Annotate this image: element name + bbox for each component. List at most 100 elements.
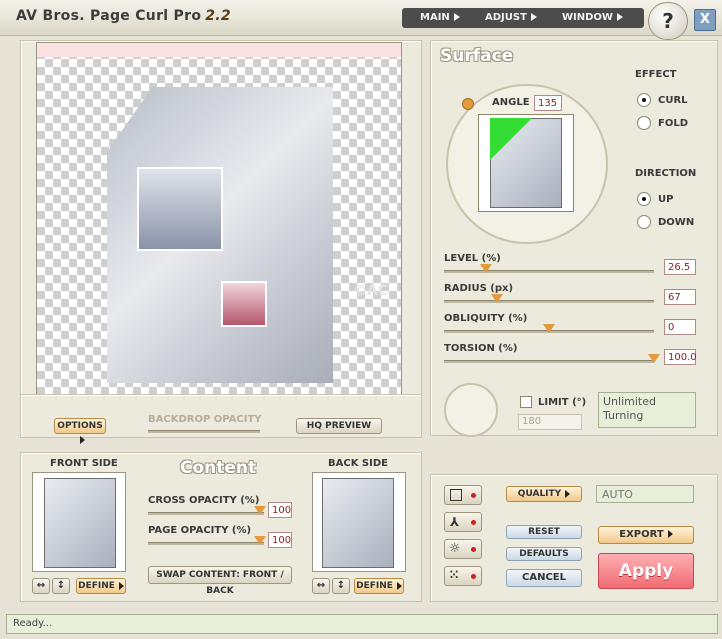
flip-horizontal-icon[interactable]: ↔ [312,578,330,594]
direction-down-radio[interactable] [637,215,651,229]
status-dot-icon [471,520,476,525]
effect-fold-label: FOLD [658,118,689,129]
back-define-label: DEFINE [356,581,393,591]
canvas-top-strip [37,43,401,57]
back-side-preview[interactable] [322,478,394,568]
tool-button-axis[interactable]: ⅄ [444,512,482,532]
status-dot-icon [471,493,476,498]
triangle-right-icon [79,435,85,444]
axis-icon: ⅄ [450,515,460,529]
torsion-slider[interactable] [444,360,654,363]
limit-label: LIMIT (°) [538,397,587,408]
export-label: EXPORT [619,529,664,540]
effect-curl-radio[interactable] [637,93,651,107]
options-button[interactable]: OPTIONS [54,418,106,444]
cross-opacity-slider[interactable] [148,512,264,515]
menu-main-label: MAIN [420,12,450,23]
cross-opacity-label: CROSS OPACITY (%) [148,495,260,506]
front-side-label: FRONT SIDE [50,458,118,469]
front-define-label: DEFINE [78,581,115,591]
radius-input[interactable]: 67 [664,289,696,305]
quality-button[interactable]: QUALITY [506,486,582,502]
lip-image-fragment [221,281,267,327]
help-button[interactable]: ? [648,2,688,40]
cancel-button[interactable]: CANCEL [506,569,582,587]
angle-handle[interactable] [462,98,474,110]
effect-label: EFFECT [635,69,677,80]
level-label: LEVEL (%) [444,253,501,264]
triangle-right-icon [396,581,402,590]
level-slider-thumb[interactable] [480,264,492,273]
flip-vertical-icon[interactable]: ↕ [332,578,350,594]
app-version: 2.2 [205,8,231,24]
grid-dots-icon: ⁙ [449,568,460,582]
limit-dial[interactable] [444,383,498,437]
watermark: ©AC [353,283,389,299]
tool-button-light[interactable]: ☼ [444,539,482,559]
back-define-button[interactable]: DEFINE [354,578,404,594]
menu-window-label: WINDOW [562,12,613,23]
radius-slider-thumb[interactable] [490,294,503,303]
status-bar: Ready... [6,614,718,634]
obliquity-label: OBLIQUITY (%) [444,313,528,324]
direction-up-radio[interactable] [637,192,651,206]
content-heading: Content [180,458,257,478]
backdrop-opacity-slider[interactable] [148,430,260,433]
hq-preview-button[interactable]: HQ PREVIEW [296,418,382,434]
menu-window[interactable]: WINDOW [562,12,623,23]
cross-opacity-input[interactable]: 100 [268,502,292,518]
page-opacity-label: PAGE OPACITY (%) [148,525,252,536]
radius-label: RADIUS (px) [444,283,514,294]
torsion-slider-thumb[interactable] [648,354,660,363]
menu-main[interactable]: MAIN [420,12,460,23]
radius-slider[interactable] [444,300,654,303]
surface-heading: Surface [440,46,514,66]
triangle-right-icon [118,581,124,590]
options-button-label: OPTIONS [57,421,103,431]
sun-icon: ☼ [449,541,461,556]
triangle-right-icon [453,13,460,21]
front-side-preview[interactable] [44,478,116,568]
angle-label: ANGLE [492,97,530,108]
effect-fold-radio[interactable] [637,116,651,130]
backdrop-opacity-label: BACKDROP OPACITY [148,414,262,425]
curl-corner-icon [450,489,462,501]
obliquity-slider-thumb[interactable] [543,324,555,333]
swap-content-button[interactable]: SWAP CONTENT: FRONT / BACK [148,566,292,596]
tool-button-grid[interactable]: ⁙ [444,566,482,586]
limit-checkbox[interactable] [520,396,532,408]
quality-value: AUTO [596,485,694,503]
menu-adjust[interactable]: ADJUST [485,12,537,23]
eye-image-fragment [137,167,223,251]
export-button[interactable]: EXPORT [598,526,694,544]
status-dot-icon [471,574,476,579]
preview-canvas[interactable]: ©AC [36,42,402,408]
page-opacity-input[interactable]: 100 [268,532,292,548]
triangle-right-icon [667,530,673,538]
obliquity-input[interactable]: 0 [664,319,696,335]
quality-label: QUALITY [517,489,562,499]
triangle-right-icon [565,489,571,498]
back-side-label: BACK SIDE [328,458,388,469]
limit-input[interactable]: 180 [518,414,582,430]
cross-opacity-thumb[interactable] [254,506,266,515]
app-title: AV Bros. Page Curl Pro 2.2 [16,8,231,24]
flip-vertical-icon[interactable]: ↕ [52,578,70,594]
close-button[interactable]: X [694,9,716,31]
apply-button[interactable]: Apply [598,553,694,589]
page-opacity-thumb[interactable] [254,536,266,545]
level-slider[interactable] [444,270,654,273]
angle-input[interactable]: 135 [534,95,562,111]
flip-horizontal-icon[interactable]: ↔ [32,578,50,594]
torsion-input[interactable]: 100.0 [664,349,697,365]
app-title-text: AV Bros. Page Curl Pro [16,8,202,24]
menu-adjust-label: ADJUST [485,12,527,23]
tool-button-curl[interactable] [444,485,482,505]
defaults-button[interactable]: DEFAULTS [506,547,582,561]
level-input[interactable]: 26.5 [664,259,696,275]
front-define-button[interactable]: DEFINE [76,578,126,594]
reset-button[interactable]: RESET [506,525,582,539]
direction-up-label: UP [658,194,674,205]
direction-label: DIRECTION [635,168,697,179]
page-opacity-slider[interactable] [148,542,264,545]
